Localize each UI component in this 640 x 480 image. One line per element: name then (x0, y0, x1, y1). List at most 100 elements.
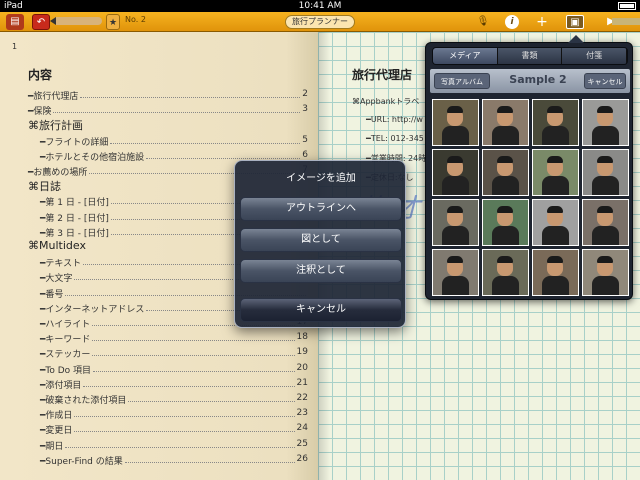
toc-leader-dots (83, 385, 295, 387)
toc-row[interactable]: ━保険 3 (28, 104, 308, 117)
photo-subject-hair (497, 206, 513, 213)
toc-row[interactable]: ━フライトの詳細 5 (40, 135, 308, 148)
toc-section-heading[interactable]: ⌘Multidex (28, 239, 86, 252)
clock: 10:41 AM (298, 1, 342, 11)
photo-subject-hair (447, 256, 463, 263)
photo-subject-hair (447, 206, 463, 213)
photo-thumbnail[interactable] (532, 99, 579, 146)
toc-row[interactable]: ━キーワード 18 (40, 332, 308, 345)
toc-row[interactable]: ━To Do 項目 20 (40, 363, 308, 376)
toc-row[interactable]: ━添付項目 21 (40, 378, 308, 391)
note-title-button[interactable]: 旅行プランナー (285, 15, 355, 29)
agency-detail-line: ━TEL: 012-345 (366, 134, 424, 143)
dialog-cancel-button[interactable]: キャンセル (240, 298, 402, 322)
toc-leader-dots (146, 157, 301, 159)
add-image-dialog: イメージを追加 アウトラインへ 図として 注釈として キャンセル (234, 160, 406, 328)
toc-leader-dots (53, 112, 301, 114)
photo-subject-hair (597, 106, 613, 113)
toc-row-label: ━第 3 日 - [日付] (40, 228, 109, 239)
photo-subject-hair (597, 256, 613, 263)
photo-thumbnail[interactable] (532, 249, 579, 296)
photo-thumbnail[interactable] (482, 199, 529, 246)
tab-documents[interactable]: 書類 (497, 48, 563, 64)
toc-section-heading[interactable]: ⌘旅行計画 (28, 117, 83, 133)
notebook-icon[interactable]: ▤ (6, 14, 24, 30)
photo-thumbnail[interactable] (532, 149, 579, 196)
toc-row-label: ━ハイライト (40, 320, 91, 330)
photo-thumbnail[interactable] (582, 99, 629, 146)
popover-cancel-button[interactable]: キャンセル (584, 73, 626, 89)
as-figure-button[interactable]: 図として (240, 228, 402, 252)
photo-thumbnail[interactable] (482, 249, 529, 296)
undo-button[interactable]: ↶ (32, 14, 50, 30)
info-icon[interactable]: i (505, 15, 519, 29)
star-icon[interactable]: ★ (106, 14, 120, 30)
photo-subject-hair (547, 106, 563, 113)
toc-row-label: ━インターネットアドレス (40, 304, 145, 315)
pencil-icon[interactable] (50, 17, 102, 25)
toc-leader-dots (110, 142, 301, 144)
toc-row-label: ━お薦めの場所 (28, 168, 88, 178)
photo-thumbnail[interactable] (432, 249, 479, 296)
microphone-icon[interactable]: 🎙 (476, 15, 490, 29)
toc-page-number: 19 (296, 347, 308, 358)
photo-icon[interactable]: ▣ (566, 15, 584, 29)
as-annotation-button[interactable]: 注釈として (240, 259, 402, 283)
photo-thumbnail[interactable] (582, 249, 629, 296)
album-nav-bar: 写真アルバム Sample 2 キャンセル (430, 69, 630, 93)
toc-row-label: ━キーワード (40, 335, 91, 346)
photo-subject-hair (497, 106, 513, 113)
photo-album-back-button[interactable]: 写真アルバム (434, 73, 490, 89)
photo-subject-hair (547, 206, 563, 213)
photo-subject-body (492, 276, 519, 295)
photo-thumbnail[interactable] (432, 149, 479, 196)
toc-row[interactable]: ━旅行代理店 2 (28, 89, 308, 102)
status-bar: iPad 10:41 AM (0, 0, 640, 12)
toc-page-number: 22 (296, 393, 308, 403)
toc-row-label: ━作成日 (40, 411, 73, 422)
toc-page-number: 5 (302, 134, 308, 145)
toc-title: 内容 (28, 68, 53, 82)
toc-leader-dots (124, 461, 295, 463)
toc-row-label: ━破棄された添付項目 (40, 396, 127, 406)
photo-thumbnail[interactable] (482, 99, 529, 146)
toc-row[interactable]: ━期日 25 (40, 439, 308, 452)
photo-subject-hair (447, 106, 463, 113)
photo-subject-body (492, 126, 519, 145)
toc-row-label: ━大文字 (40, 274, 73, 285)
toc-page-number: 25 (296, 438, 308, 449)
photo-subject-hair (547, 156, 563, 163)
toc-row[interactable]: ━破棄された添付項目 22 (40, 393, 308, 406)
photo-subject-body (442, 126, 469, 145)
photo-thumbnail[interactable] (582, 149, 629, 196)
photo-thumbnail[interactable] (432, 99, 479, 146)
photo-subject-body (592, 276, 619, 295)
photo-thumbnail[interactable] (432, 199, 479, 246)
toc-row[interactable]: ━ステッカー 19 (40, 347, 308, 360)
toc-row-label: ━ステッカー (40, 350, 91, 361)
photo-thumbnail[interactable] (582, 199, 629, 246)
toc-leader-dots (74, 431, 295, 433)
to-outline-button[interactable]: アウトラインへ (240, 197, 402, 221)
photo-subject-hair (597, 156, 613, 163)
toc-row-label: ━保険 (28, 107, 52, 118)
toc-page-number: 18 (296, 332, 308, 343)
toc-leader-dots (65, 446, 295, 448)
photo-subject-body (592, 226, 619, 245)
toc-row[interactable]: ━作成日 23 (40, 408, 308, 421)
photo-subject-hair (497, 256, 513, 263)
toc-row[interactable]: ━変更日 24 (40, 423, 308, 436)
tab-sticky-notes[interactable]: 付箋 (562, 48, 627, 64)
photo-thumbnail[interactable] (532, 199, 579, 246)
toc-row[interactable]: ━Super-Find の結果 26 (40, 454, 308, 467)
album-title: Sample 2 (509, 73, 567, 86)
note-number: No. 2 (125, 15, 146, 24)
photo-thumbnail[interactable] (482, 149, 529, 196)
photo-subject-body (492, 176, 519, 195)
toc-row-label: ━変更日 (40, 426, 73, 437)
photo-subject-body (542, 126, 569, 145)
pen-icon[interactable] (612, 18, 640, 25)
plus-icon[interactable]: + (535, 15, 549, 29)
tab-media[interactable]: メディア (433, 48, 498, 64)
toc-section-heading[interactable]: ⌘日誌 (28, 178, 61, 194)
